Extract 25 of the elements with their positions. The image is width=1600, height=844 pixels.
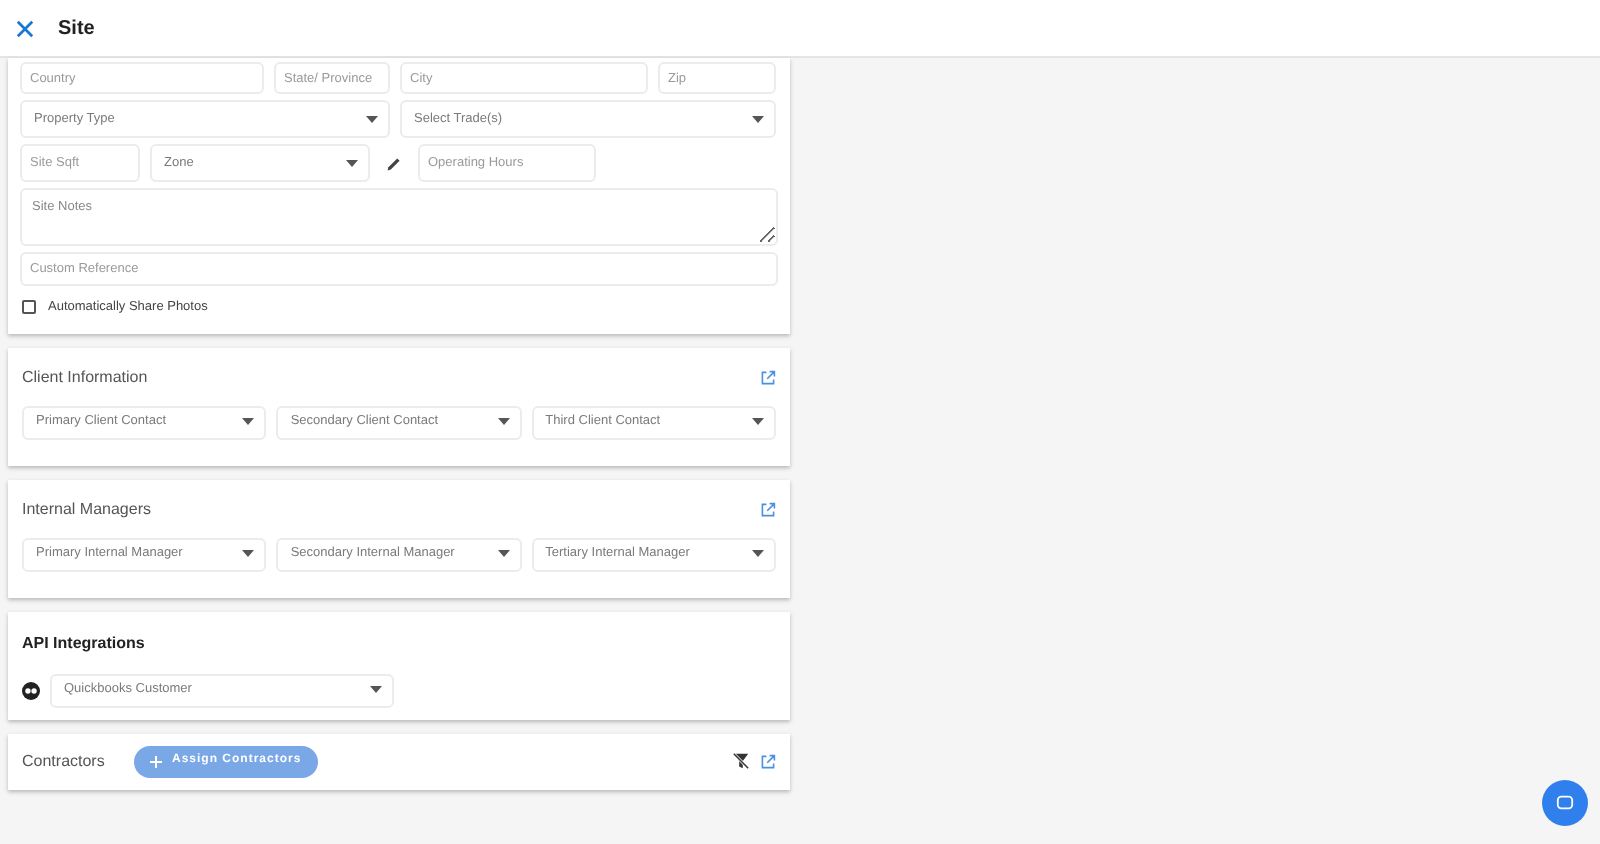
caret-icon (751, 550, 764, 559)
close-icon[interactable] (16, 19, 34, 37)
caret-icon (370, 686, 382, 695)
open-link-icon[interactable] (760, 502, 776, 519)
section-title: Internal Managers (22, 498, 151, 523)
chat-icon (1556, 794, 1574, 812)
chat-button[interactable] (1542, 780, 1588, 826)
caret-icon (497, 418, 510, 427)
open-link-icon[interactable] (760, 370, 776, 387)
plus-icon (150, 755, 162, 768)
caret-icon (366, 115, 378, 123)
caret-icon (346, 159, 358, 167)
caret-icon (751, 418, 764, 427)
filter-off-icon[interactable] (732, 752, 750, 771)
share-photos-checkbox[interactable] (22, 300, 36, 315)
caret-icon (242, 418, 255, 427)
caret-icon (242, 550, 255, 559)
section-title: API Integrations (22, 631, 147, 656)
caret-icon (497, 550, 510, 559)
pencil-icon[interactable] (386, 155, 402, 171)
page-title: Site (58, 15, 95, 43)
open-link-icon[interactable] (760, 753, 776, 770)
section-title: Contractors (22, 749, 107, 774)
section-title: Client Information (22, 366, 148, 391)
caret-icon (752, 115, 764, 123)
